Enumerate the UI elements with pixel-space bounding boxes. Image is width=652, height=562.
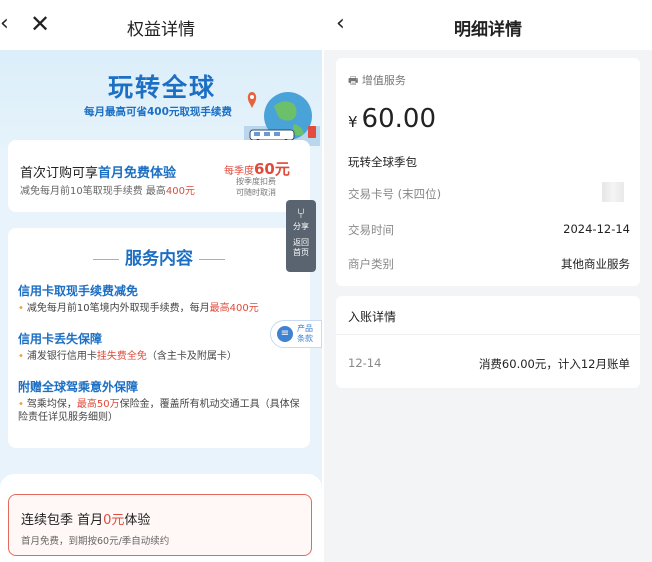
left-header: ‹ ✕ 权益详情 [0, 0, 322, 50]
transaction-detail-panel: ‹ 明细详情 🖶 增值服务 ¥60.00 玩转全球季包 交易卡号 (末四位) 交… [324, 0, 652, 562]
bullet-icon: • [18, 351, 24, 362]
service-desc-cash-fee: • 减免每月前10笔境内外取现手续费，每月最高400元 [18, 302, 308, 315]
detail-label: 商户类别 [348, 257, 394, 271]
service-desc-prefix: 减免每月前10笔境内外取现手续费，每月 [26, 303, 210, 314]
posting-desc: 消费60.00元，计入12月账单 [478, 357, 630, 371]
share-label[interactable]: 分享 [286, 222, 316, 232]
product-terms-label: 产品 条款 [297, 324, 313, 344]
currency-symbol: ¥ [348, 113, 358, 131]
product-terms-line2: 条款 [297, 334, 313, 343]
posting-date: 12-14 [348, 356, 382, 370]
offer-desc-prefix: 减免每月前10笔取现手续费 最高 [20, 186, 166, 197]
detail-value: 2024-12-14 [563, 222, 630, 236]
divider-line [199, 258, 225, 260]
offer-headline-prefix: 首次订购可享 [20, 166, 99, 181]
posting-detail-card: 入账详情 12-14 消费60.00元，计入12月账单 [336, 296, 640, 388]
service-desc-loss-protection: • 浦发银行信用卡挂失费全免（含主卡及附属卡） [18, 350, 308, 363]
subscription-footer: 连续包季 首月0元体验 首月免费，到期按60元/季自动续约 [0, 474, 322, 562]
product-terms-button[interactable]: ≡ 产品 条款 [270, 320, 322, 348]
service-tag: 🖶 增值服务 [348, 72, 406, 91]
detail-label: 交易时间 [348, 223, 394, 237]
promo-banner: 玩转全球 每月最高可省400元取现手续费 [0, 50, 322, 150]
divider-line [336, 334, 640, 335]
posting-title: 入账详情 [348, 310, 397, 324]
service-desc-suffix: （含主卡及附属卡） [146, 351, 237, 362]
plan-title-prefix: 连续包季 首月 [21, 513, 104, 528]
service-desc-highlight: 最高50万 [76, 399, 120, 410]
plan-title-suffix: 体验 [124, 513, 151, 528]
globe-illustration-icon [244, 92, 320, 146]
service-desc-travel-insurance: • 驾乘均保，最高50万保险金，覆盖所有机动交通工具（具体保险责任详见服务细则） [18, 398, 300, 424]
home-label-line1[interactable]: 返回 [286, 238, 316, 248]
share-icon[interactable]: ⑂ [286, 206, 316, 222]
first-month-offer-card[interactable]: 首次订购可享首月免费体验 减免每月前10笔取现手续费 最高400元 每季度60元… [8, 140, 310, 212]
service-content-card: 服务内容 信用卡取现手续费减免 • 减免每月前10笔境内外取现手续费，每月最高40… [8, 228, 310, 448]
right-header: ‹ 明细详情 [324, 0, 652, 50]
transaction-summary-card: 🖶 增值服务 ¥60.00 玩转全球季包 交易卡号 (末四位) 交易时间 202… [336, 58, 640, 286]
amount-value: 60.00 [361, 104, 436, 134]
offer-headline-highlight: 首月免费体验 [98, 166, 177, 181]
divider-line [93, 258, 119, 260]
bullet-icon: • [18, 399, 24, 410]
service-desc-prefix: 驾乘均保， [26, 399, 77, 410]
detail-value: 其他商业服务 [561, 257, 630, 271]
transaction-amount: ¥60.00 [348, 104, 436, 134]
services-title: 服务内容 [8, 244, 310, 269]
receipt-icon: 🖶 [348, 74, 359, 87]
service-heading-cash-fee: 信用卡取现手续费减免 [18, 284, 139, 298]
floating-share-bar: ⑂ 分享 返回 首页 [286, 200, 316, 272]
service-desc-highlight: 最高400元 [209, 303, 259, 314]
home-label-line2[interactable]: 首页 [286, 248, 316, 258]
service-desc-prefix: 浦发银行信用卡 [26, 351, 97, 362]
plan-title: 连续包季 首月0元体验 [21, 509, 150, 528]
offer-desc: 减免每月前10笔取现手续费 最高400元 [20, 182, 195, 197]
service-desc-highlight: 挂失费全免 [96, 351, 147, 362]
services-title-text: 服务内容 [125, 249, 193, 269]
benefit-detail-panel: ‹ ✕ 权益详情 玩转全球 每月最高可省400元取现手续费 首次订购可享首月免费… [0, 0, 322, 562]
product-name: 玩转全球季包 [348, 155, 417, 169]
product-terms-line1: 产品 [297, 324, 313, 333]
billing-note: 按季度扣费 可随时取消 [236, 176, 276, 198]
banner-title: 玩转全球 [108, 73, 217, 102]
bullet-icon: • [18, 303, 24, 314]
page-title: 明细详情 [454, 20, 522, 40]
masked-card-number [602, 182, 624, 202]
document-icon: ≡ [277, 326, 293, 342]
billing-note-line1: 按季度扣费 [236, 177, 276, 186]
page-title: 权益详情 [127, 20, 195, 40]
offer-headline: 首次订购可享首月免费体验 [20, 162, 176, 181]
plan-title-highlight: 0元 [103, 513, 125, 528]
banner-subtitle: 每月最高可省400元取现手续费 [84, 106, 232, 118]
service-heading-loss-protection: 信用卡丢失保障 [18, 332, 103, 346]
quarterly-plan-option[interactable]: 连续包季 首月0元体验 首月免费，到期按60元/季自动续约 [8, 494, 312, 556]
service-heading-travel-insurance: 附赠全球驾乘意外保障 [18, 380, 139, 394]
offer-desc-highlight: 400元 [165, 186, 195, 197]
billing-note-line2: 可随时取消 [236, 188, 276, 197]
service-tag-text: 增值服务 [361, 74, 406, 87]
detail-label: 交易卡号 (末四位) [348, 187, 442, 201]
plan-subtitle: 首月免费，到期按60元/季自动续约 [21, 536, 170, 547]
